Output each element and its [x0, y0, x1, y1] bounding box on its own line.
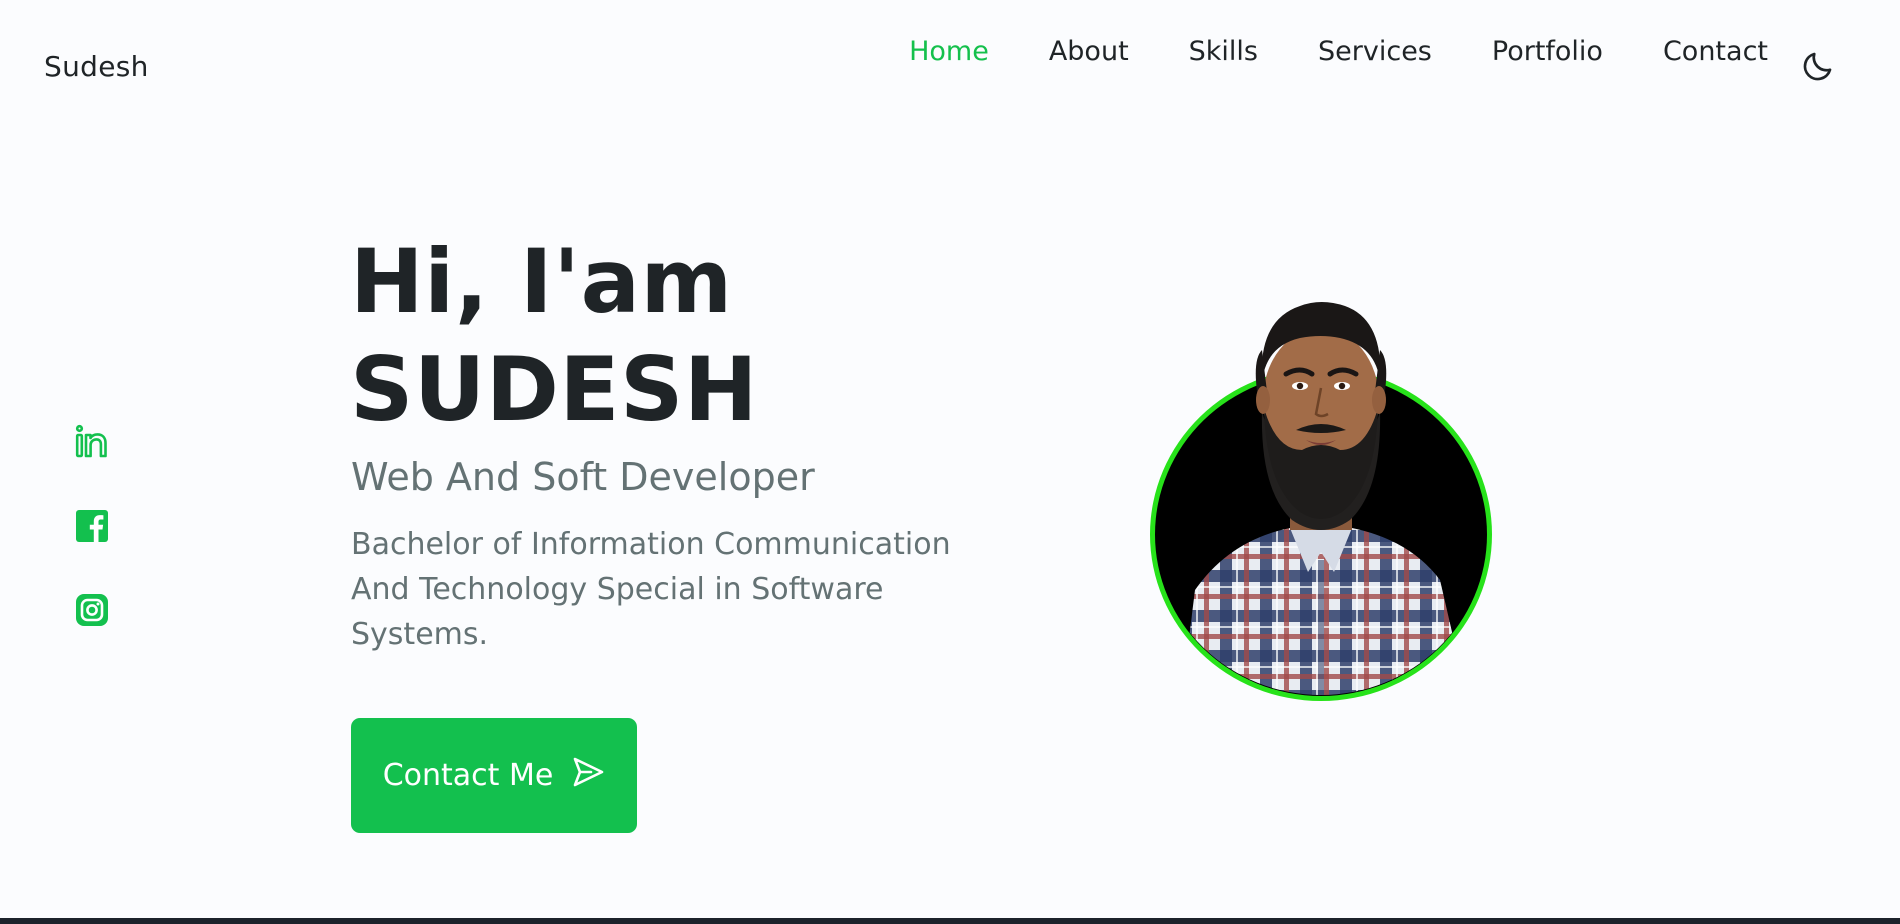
profile-photo: [1140, 290, 1500, 710]
navbar: Sudesh Home About Skills Services Portfo…: [0, 0, 1900, 120]
avatar: [1180, 302, 1470, 695]
send-icon: [571, 755, 605, 797]
hero-heading: Hi, I'am SUDESH: [350, 228, 758, 444]
linkedin-icon[interactable]: [74, 424, 110, 460]
nav-menu: Home About Skills Services Portfolio Con…: [849, 36, 1768, 68]
hero-subtitle: Web And Soft Developer: [351, 455, 815, 499]
nav-link-services[interactable]: Services: [1318, 36, 1432, 68]
nav-link-skills[interactable]: Skills: [1189, 36, 1258, 68]
nav-link-portfolio[interactable]: Portfolio: [1492, 36, 1603, 68]
brand-logo[interactable]: Sudesh: [44, 50, 149, 83]
hero-name: SUDESH: [350, 338, 759, 441]
footer-divider: [0, 918, 1900, 924]
hero-description: Bachelor of Information Communication An…: [351, 527, 951, 652]
social-links: [74, 424, 110, 628]
contact-me-label: Contact Me: [382, 758, 554, 793]
nav-link-about[interactable]: About: [1049, 36, 1129, 68]
nav-link-contact[interactable]: Contact: [1663, 36, 1768, 68]
instagram-icon[interactable]: [74, 592, 110, 628]
nav-link-home[interactable]: Home: [909, 36, 989, 68]
facebook-icon[interactable]: [74, 508, 110, 544]
contact-me-button[interactable]: Contact Me: [351, 718, 637, 833]
hero-greeting: Hi, I'am: [350, 230, 733, 333]
moon-icon[interactable]: [1800, 48, 1836, 84]
